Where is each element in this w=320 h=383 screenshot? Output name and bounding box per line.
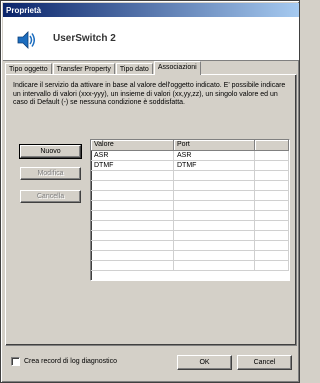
table-row-empty	[91, 221, 289, 231]
ok-button-label: OK	[199, 359, 210, 366]
column-header-port[interactable]: Port	[174, 140, 255, 151]
column-header-valore[interactable]: Valore	[91, 140, 174, 151]
table-row-empty	[91, 171, 289, 181]
speaker-icon	[17, 31, 35, 49]
table-header: Valore Port	[91, 140, 289, 151]
table-row-empty	[91, 201, 289, 211]
edit-button[interactable]: Modifica	[20, 167, 81, 180]
new-button-label: Nuovo	[40, 148, 61, 155]
table-row-empty	[91, 251, 289, 261]
table-row-empty	[91, 241, 289, 251]
table-row-empty	[91, 211, 289, 221]
ok-button[interactable]: OK	[177, 355, 232, 370]
window-title: Proprietà	[6, 5, 42, 15]
title-bar[interactable]: Proprietà	[3, 3, 299, 17]
table-row[interactable]: DTMF DTMF	[91, 161, 289, 171]
cell-empty	[255, 161, 289, 171]
properties-dialog: Proprietà UserSwitch 2 Tipo oggetto Tran…	[0, 0, 300, 383]
cell-port: DTMF	[174, 161, 255, 171]
log-checkbox-label[interactable]: Crea record di log diagnostico	[24, 358, 117, 365]
table-row-empty	[91, 231, 289, 241]
tab-associazioni[interactable]: Associazioni	[153, 61, 201, 75]
cell-empty	[255, 151, 289, 161]
header-area: UserSwitch 2	[3, 17, 299, 61]
log-checkbox-group[interactable]: Crea record di log diagnostico	[11, 357, 117, 366]
log-checkbox[interactable]	[11, 357, 20, 366]
description-text: Indicare il servizio da attivare in base…	[13, 82, 286, 106]
cell-valore: DTMF	[91, 161, 174, 171]
associations-table[interactable]: Valore Port ASR ASR DTMF DTMF	[90, 139, 290, 281]
object-name: UserSwitch 2	[53, 33, 116, 44]
cell-port: ASR	[174, 151, 255, 161]
table-row[interactable]: ASR ASR	[91, 151, 289, 161]
table-row-empty	[91, 181, 289, 191]
delete-button[interactable]: Cancella	[20, 190, 81, 203]
new-button[interactable]: Nuovo	[19, 144, 82, 159]
column-header-empty[interactable]	[255, 140, 289, 151]
cell-valore: ASR	[91, 151, 174, 161]
cancel-button[interactable]: Cancel	[237, 355, 292, 370]
associations-panel: Indicare il servizio da attivare in base…	[5, 74, 297, 346]
delete-button-label: Cancella	[36, 193, 65, 200]
table-row-empty	[91, 261, 289, 271]
table-row-empty	[91, 191, 289, 201]
cancel-button-label: Cancel	[253, 359, 276, 366]
edit-button-label: Modifica	[37, 170, 64, 177]
